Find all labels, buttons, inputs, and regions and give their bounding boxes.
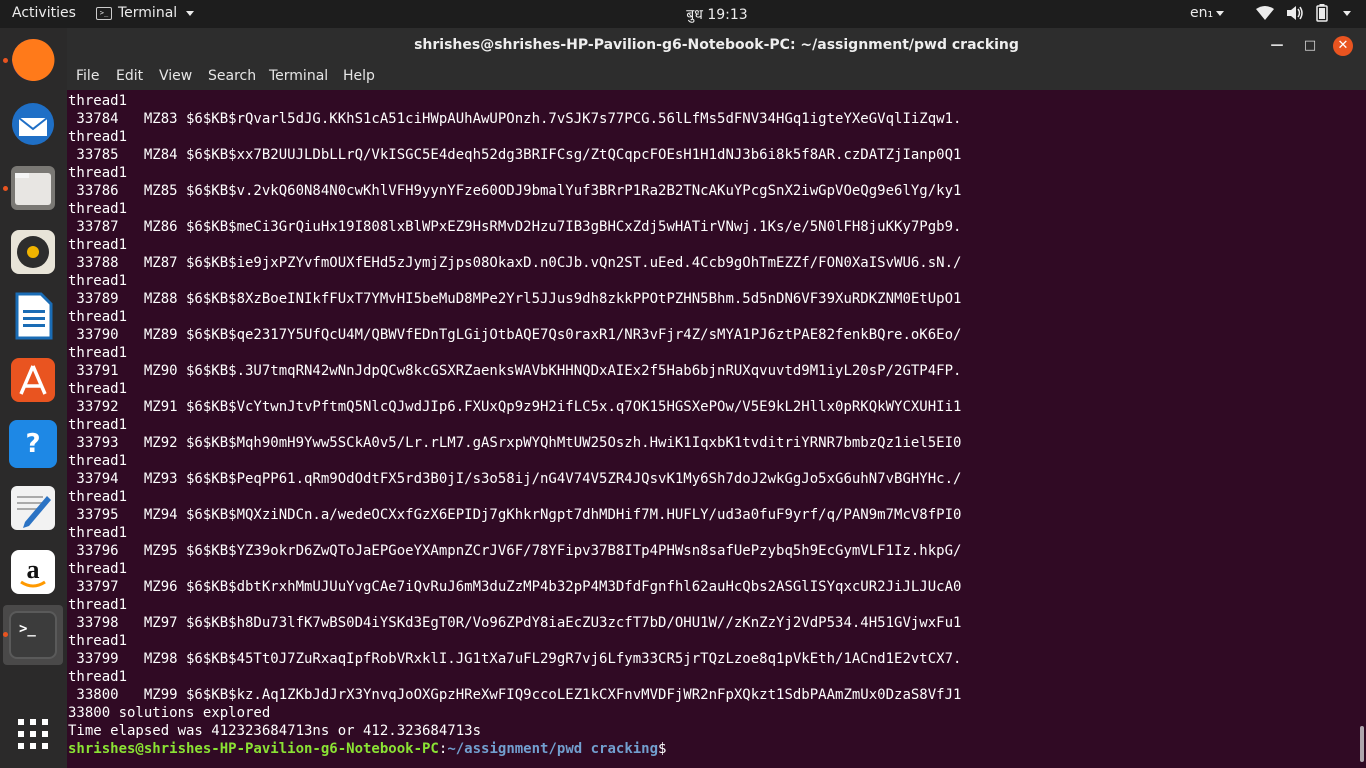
- rhythmbox-icon[interactable]: [9, 228, 57, 276]
- terminal-icon[interactable]: >_: [9, 611, 57, 659]
- help-icon[interactable]: ?: [9, 420, 57, 468]
- show-applications-icon[interactable]: [9, 710, 57, 758]
- thunderbird-icon[interactable]: [9, 100, 57, 148]
- svg-text:a: a: [27, 555, 40, 584]
- maximize-button[interactable]: □: [1300, 36, 1320, 56]
- firefox-logo: [12, 38, 55, 81]
- title-bar[interactable]: shrishes@shrishes-HP-Pavilion-g6-Noteboo…: [67, 28, 1366, 64]
- menu-terminal[interactable]: Terminal: [269, 68, 328, 84]
- text-editor-icon[interactable]: [9, 484, 57, 532]
- ubuntu-software-icon[interactable]: [9, 356, 57, 404]
- grid-icon: [18, 719, 48, 749]
- terminal-window: shrishes@shrishes-HP-Pavilion-g6-Noteboo…: [67, 28, 1366, 768]
- running-indicator: [3, 632, 8, 637]
- help-glyph: ?: [9, 420, 57, 468]
- close-button[interactable]: ✕: [1333, 36, 1353, 56]
- libreoffice-writer-logo: [15, 292, 53, 340]
- terminal-line: Time elapsed was 412323684713ns or 412.3…: [68, 723, 482, 739]
- terminal-line: 33798 MZ97 $6$KB$h8Du73lfK7wBS0D4iYSKd3E…: [68, 615, 962, 631]
- language-indicator[interactable]: en₁: [1190, 5, 1225, 21]
- terminal-line: 33800 MZ99 $6$KB$kz.Aq1ZKbJdJrX3YnvqJoOX…: [68, 687, 962, 703]
- window-title: shrishes@shrishes-HP-Pavilion-g6-Noteboo…: [414, 37, 1019, 53]
- terminal-line: 33786 MZ85 $6$KB$v.2vkQ60N84N0cwKhlVFH9y…: [68, 183, 962, 199]
- terminal-line: thread1: [68, 417, 128, 433]
- rhythmbox-logo: [11, 230, 55, 274]
- terminal-line: thread1: [68, 237, 128, 253]
- wifi-icon: [1256, 6, 1274, 20]
- minimize-button[interactable]: —: [1267, 36, 1287, 56]
- terminal-line: thread1: [68, 453, 128, 469]
- terminal-line: thread1: [68, 309, 128, 325]
- prompt-path: ~/assignment/pwd cracking: [447, 741, 659, 757]
- files-logo: [11, 166, 55, 210]
- battery-icon: [1316, 4, 1328, 22]
- menu-view[interactable]: View: [159, 68, 192, 84]
- amazon-logo: a: [11, 550, 55, 594]
- terminal-line: 33795 MZ94 $6$KB$MQXziNDCn.a/wedeOCXxfGz…: [68, 507, 962, 523]
- terminal-line: thread1: [68, 525, 128, 541]
- prompt-symbol: $: [658, 741, 667, 757]
- terminal-line: 33793 MZ92 $6$KB$Mqh90mH9Yww5SCkA0v5/Lr.…: [68, 435, 962, 451]
- top-bar: Activities >_ Terminal बुध 19:13 en₁: [0, 0, 1366, 28]
- terminal-line: 33788 MZ87 $6$KB$ie9jxPZYvfmOUXfEHd5zJym…: [68, 255, 962, 271]
- scrollbar-thumb[interactable]: [1360, 726, 1364, 762]
- language-label: en₁: [1190, 5, 1214, 21]
- terminal-line: 33787 MZ86 $6$KB$meCi3GrQiuHx19I808lxBlW…: [68, 219, 962, 235]
- terminal-line: thread1: [68, 129, 128, 145]
- scrollbar[interactable]: [1357, 90, 1366, 768]
- terminal-line: 33790 MZ89 $6$KB$qe2317Y5UfQcU4M/QBWVfED…: [68, 327, 962, 343]
- system-tray[interactable]: [1256, 4, 1351, 22]
- running-indicator: [3, 58, 8, 63]
- close-icon: ✕: [1337, 38, 1349, 53]
- terminal-line: thread1: [68, 633, 128, 649]
- menu-edit[interactable]: Edit: [116, 68, 143, 84]
- files-icon[interactable]: [9, 164, 57, 212]
- terminal-line: thread1: [68, 93, 128, 109]
- prompt-user: shrishes@shrishes-HP-Pavilion-g6-Noteboo…: [68, 741, 439, 757]
- terminal-glyph: >_: [9, 611, 57, 659]
- terminal-line: 33792 MZ91 $6$KB$VcYtwnJtvPftmQ5NlcQJwdJ…: [68, 399, 962, 415]
- terminal-line: 33797 MZ96 $6$KB$dbtKrxhMmUJUuYvgCAe7iQv…: [68, 579, 962, 595]
- terminal-line: thread1: [68, 165, 128, 181]
- terminal-line: 33796 MZ95 $6$KB$YZ39okrD6ZwQToJaEPGoeYX…: [68, 543, 962, 559]
- menu-help[interactable]: Help: [343, 68, 375, 84]
- chevron-down-icon: [1343, 10, 1351, 16]
- terminal-line: thread1: [68, 669, 128, 685]
- terminal-line: 33791 MZ90 $6$KB$.3U7tmqRN42wNnJdpQCw8kc…: [68, 363, 962, 379]
- thunderbird-logo: [12, 103, 54, 145]
- terminal-output[interactable]: thread1 33784 MZ83 $6$KB$rQvarl5dJG.KKhS…: [67, 90, 1357, 768]
- menu-file[interactable]: File: [76, 68, 99, 84]
- terminal-line: 33785 MZ84 $6$KB$xx7B2UUJLDbLLrQ/VkISGC5…: [68, 147, 962, 163]
- terminal-line: 33789 MZ88 $6$KB$8XzBoeINIkfFUxT7YMvHI5b…: [68, 291, 962, 307]
- firefox-icon[interactable]: [9, 36, 57, 84]
- libreoffice-writer-icon[interactable]: [9, 292, 57, 340]
- terminal-line: thread1: [68, 561, 128, 577]
- terminal-line: thread1: [68, 381, 128, 397]
- terminal-line: thread1: [68, 489, 128, 505]
- terminal-line: 33784 MZ83 $6$KB$rQvarl5dJG.KKhS1cA51ciH…: [68, 111, 962, 127]
- terminal-line: 33794 MZ93 $6$KB$PeqPP61.qRm9OdOdtFX5rd3…: [68, 471, 962, 487]
- running-indicator: [3, 186, 8, 191]
- terminal-line: 33799 MZ98 $6$KB$45Tt0J7ZuRxaqIpfRobVRxk…: [68, 651, 962, 667]
- terminal-line: 33800 solutions explored: [68, 705, 271, 721]
- terminal-line: thread1: [68, 597, 128, 613]
- terminal-line: thread1: [68, 273, 128, 289]
- volume-icon: [1287, 6, 1303, 20]
- terminal-line: thread1: [68, 345, 128, 361]
- dock: ? a >_: [0, 28, 67, 768]
- text-editor-logo: [11, 486, 55, 530]
- terminal-line: thread1: [68, 201, 128, 217]
- shell-prompt: shrishes@shrishes-HP-Pavilion-g6-Noteboo…: [68, 740, 666, 758]
- amazon-icon[interactable]: a: [9, 548, 57, 596]
- menu-bar: File Edit View Search Terminal Help: [67, 64, 1366, 90]
- clock[interactable]: बुध 19:13: [0, 5, 1366, 24]
- chevron-down-icon: [1216, 10, 1225, 16]
- menu-search[interactable]: Search: [208, 68, 256, 84]
- ubuntu-software-logo: [11, 358, 55, 402]
